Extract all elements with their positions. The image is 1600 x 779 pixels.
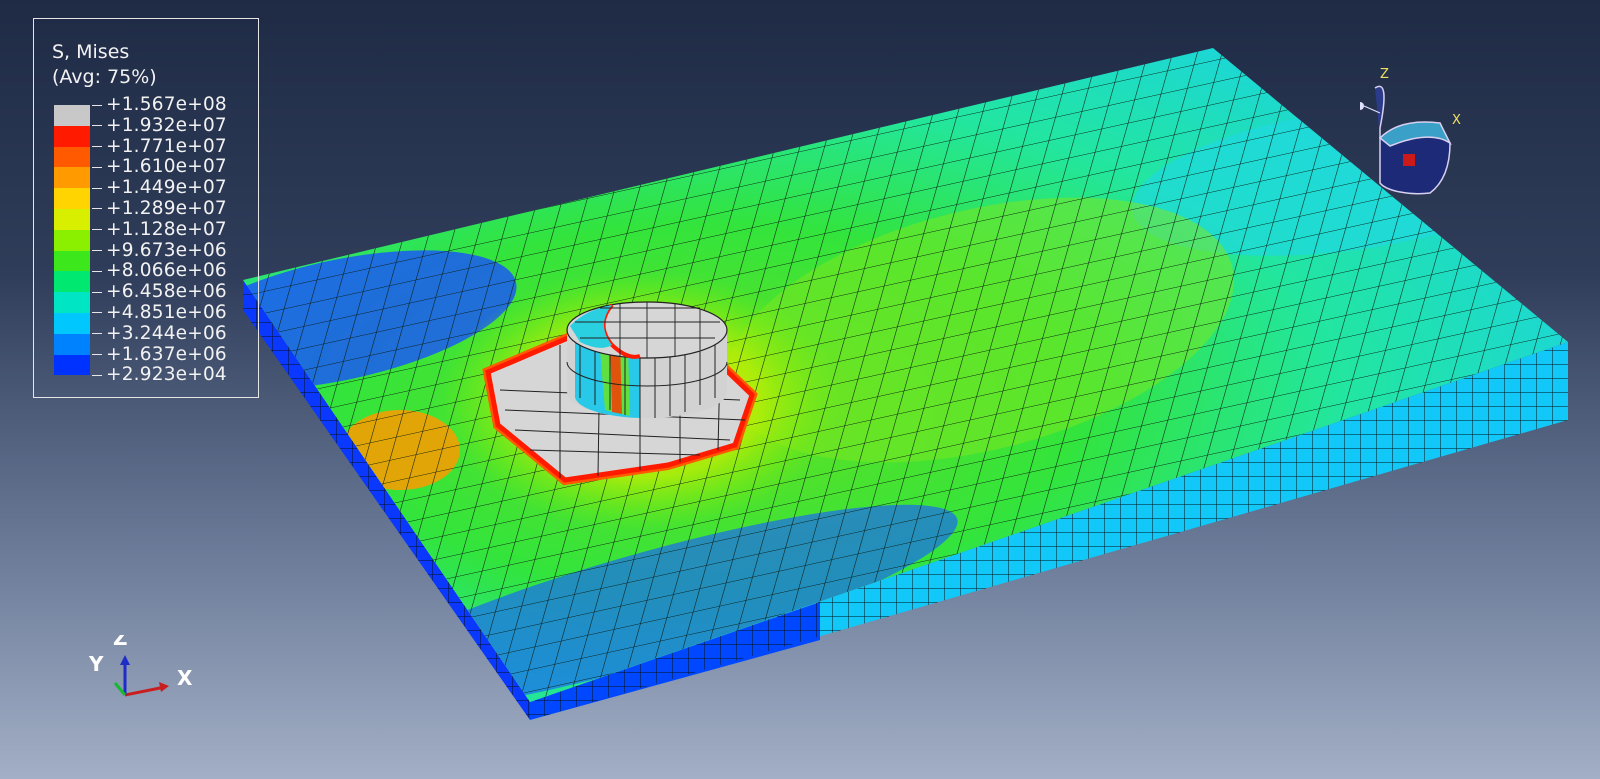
legend-value: +1.449e+07 bbox=[92, 177, 227, 199]
triad-z-label: Z bbox=[113, 635, 128, 650]
triad-x-label: X bbox=[177, 666, 193, 690]
legend-value: +4.851e+06 bbox=[92, 302, 227, 324]
legend-swatch bbox=[54, 312, 90, 334]
legend-subtitle: (Avg: 75%) bbox=[52, 66, 157, 88]
legend-value: +6.458e+06 bbox=[92, 281, 227, 303]
legend-labels: +1.567e+08 +1.932e+07 +1.771e+07 +1.610e+07… bbox=[92, 94, 227, 386]
legend-value: +1.637e+06 bbox=[92, 344, 227, 366]
legend-swatch bbox=[54, 229, 90, 251]
legend-swatch bbox=[54, 292, 90, 313]
legend-swatch bbox=[54, 125, 90, 147]
axis-triad: X Y Z bbox=[88, 635, 193, 697]
legend-value: +1.932e+07 bbox=[92, 115, 227, 137]
legend-swatch bbox=[54, 208, 90, 230]
legend-value: +2.923e+04 bbox=[92, 365, 227, 386]
legend-color-bar bbox=[54, 105, 90, 376]
legend-value: +1.771e+07 bbox=[92, 136, 227, 158]
legend-value: +3.244e+06 bbox=[92, 323, 227, 345]
legend-value: +1.289e+07 bbox=[92, 198, 227, 220]
legend-title: S, Mises bbox=[52, 41, 130, 63]
legend-value: +8.066e+06 bbox=[92, 261, 227, 282]
legend-value: +9.673e+06 bbox=[92, 240, 227, 262]
triad-y-label: Y bbox=[88, 652, 104, 676]
legend-value: +1.128e+07 bbox=[92, 219, 227, 241]
legend-swatch bbox=[54, 271, 90, 293]
legend-swatch bbox=[54, 333, 90, 355]
legend-swatch bbox=[54, 105, 90, 126]
view-compass[interactable]: Y Z X bbox=[1360, 68, 1480, 208]
legend-swatch bbox=[54, 250, 90, 272]
compass-z-label: Z bbox=[1380, 68, 1389, 82]
legend-swatch bbox=[54, 146, 90, 168]
legend-value: +1.567e+08 bbox=[92, 94, 227, 116]
legend-swatch bbox=[54, 167, 90, 189]
legend-swatch bbox=[54, 354, 90, 376]
contour-legend: S, Mises (Avg: 75%) +1.567e+08 +1.932e+07… bbox=[33, 18, 259, 398]
legend-value: +1.610e+07 bbox=[92, 157, 227, 178]
legend-swatch bbox=[54, 188, 90, 209]
viewport[interactable]: S, Mises (Avg: 75%) +1.567e+08 +1.932e+07… bbox=[0, 0, 1600, 779]
compass-x-label: X bbox=[1452, 113, 1461, 128]
